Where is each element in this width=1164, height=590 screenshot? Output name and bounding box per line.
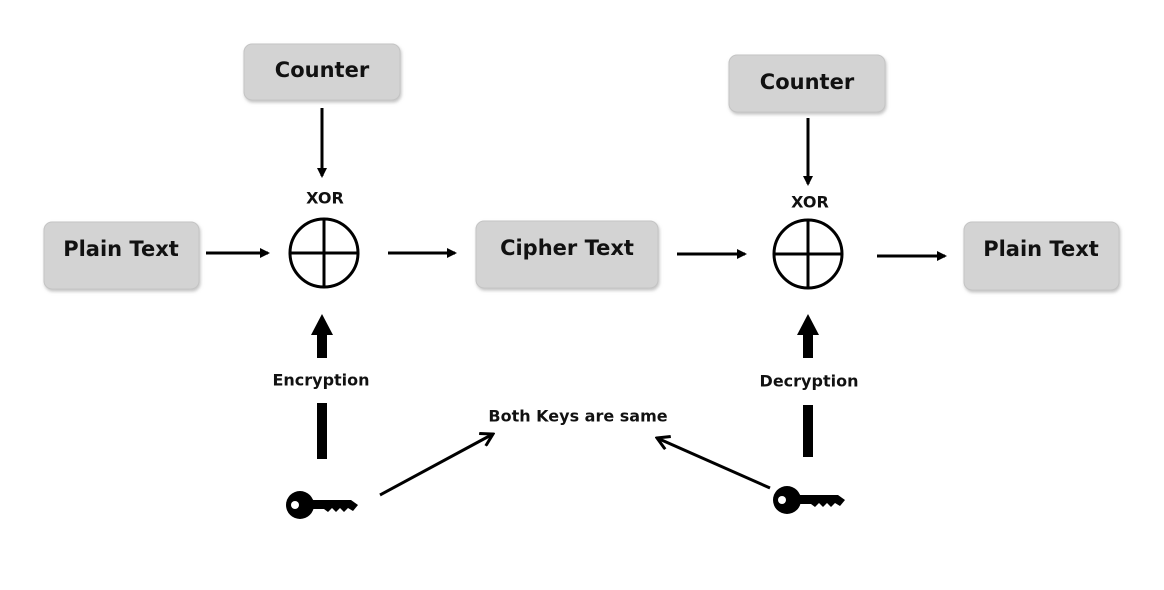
counter-box-left: Counter: [243, 43, 401, 101]
xor-label-left: XOR: [306, 189, 344, 208]
xor-icon: [288, 217, 360, 289]
keys-note: Both Keys are same: [488, 407, 667, 426]
plain-text-box-right: Plain Text: [963, 221, 1120, 291]
arrow-key-left-to-note: [379, 434, 493, 497]
xor-icon: [772, 218, 844, 290]
cipher-text-label: Cipher Text: [500, 236, 634, 260]
counter-label-left: Counter: [275, 58, 370, 82]
encryption-label: Encryption: [272, 371, 369, 390]
key-icon: [286, 491, 358, 519]
arrow-key-right-to-note: [657, 438, 771, 490]
plain-text-box-left: Plain Text: [43, 221, 200, 290]
decryption-label: Decryption: [760, 372, 859, 391]
cipher-text-box: Cipher Text: [475, 220, 659, 289]
plain-text-label-right: Plain Text: [983, 237, 1099, 261]
ctr-mode-diagram: Counter Counter Plain Text Cipher Text P…: [43, 43, 1120, 519]
xor-label-right: XOR: [791, 193, 829, 212]
key-icon: [773, 486, 845, 514]
counter-label-right: Counter: [760, 70, 855, 94]
plain-text-label-left: Plain Text: [63, 237, 179, 261]
counter-box-right: Counter: [728, 54, 886, 113]
